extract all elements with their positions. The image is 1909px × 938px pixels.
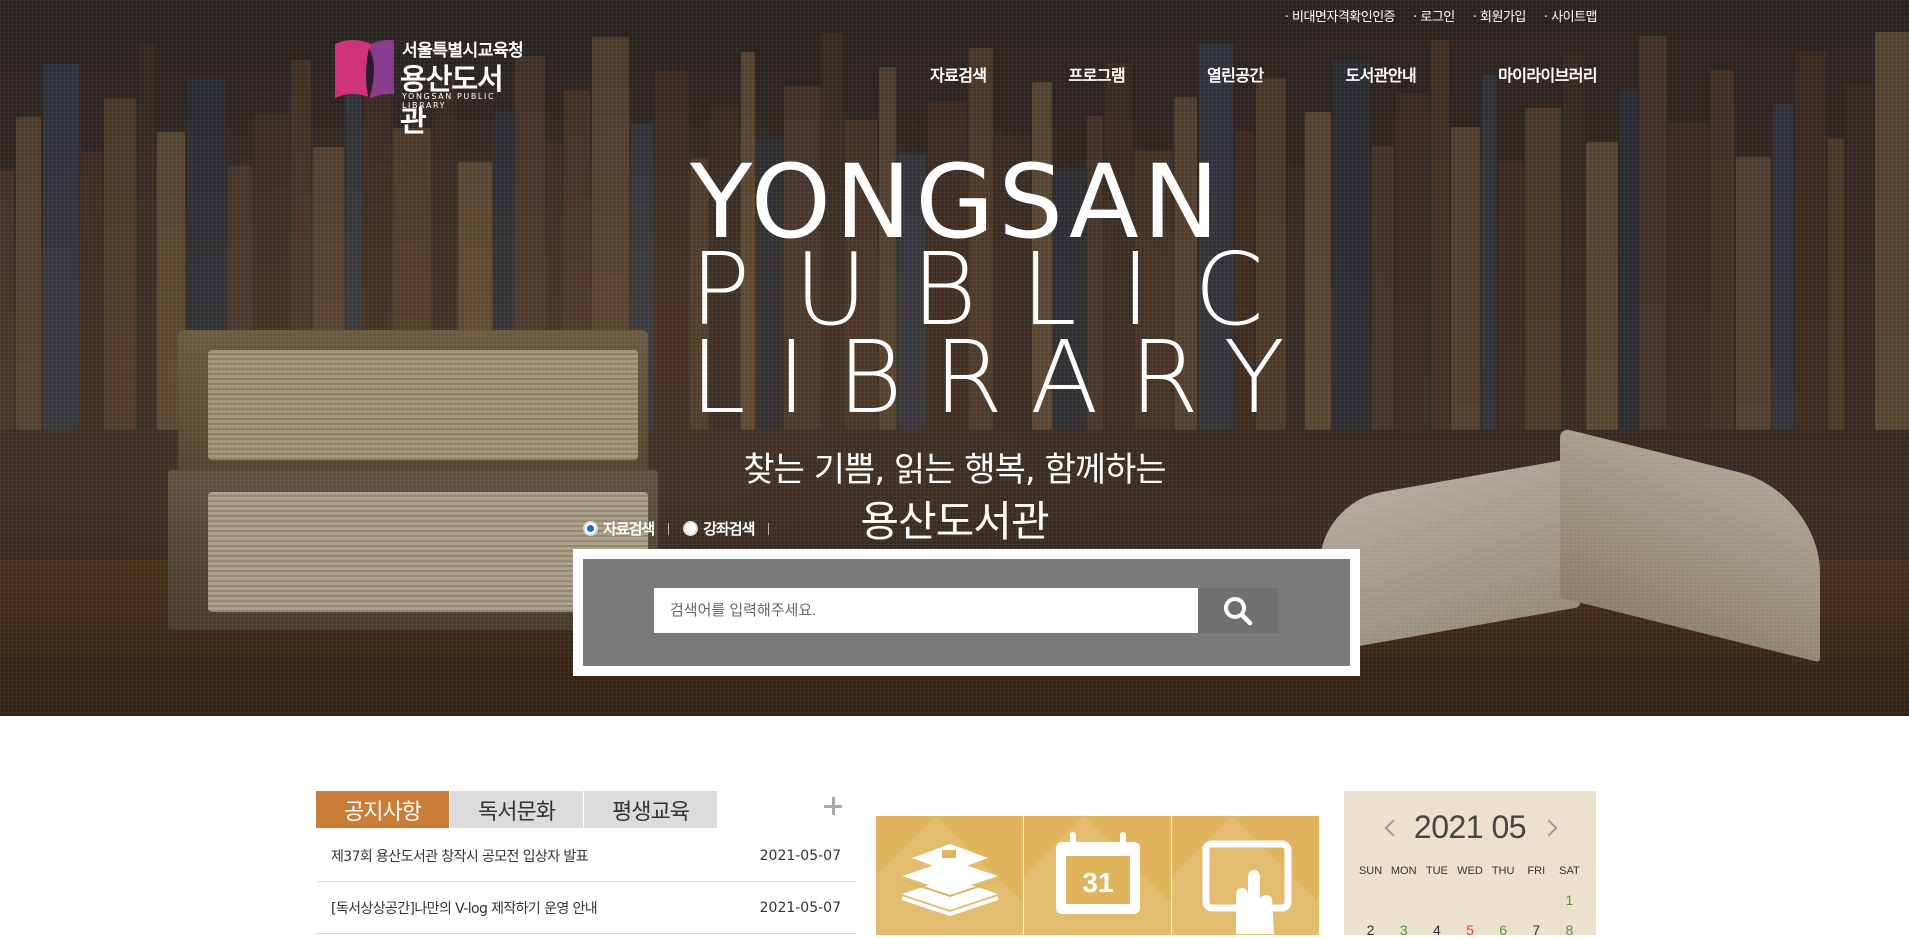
nav-item-open-space[interactable]: 열린공간	[1207, 62, 1264, 86]
nav-item-search[interactable]: 자료검색	[930, 62, 987, 86]
weekday-label: TUE	[1425, 865, 1448, 877]
calendar-day[interactable]: 2	[1354, 922, 1387, 938]
radio-label: 강좌검색	[703, 520, 755, 538]
quick-menu-online[interactable]	[1172, 816, 1319, 935]
calendar-empty-cell	[1420, 892, 1453, 908]
prev-month-icon[interactable]	[1382, 820, 1398, 836]
weekday-label: SUN	[1358, 865, 1383, 877]
calendar-empty-cell	[1520, 892, 1553, 908]
notice-title: 제37회 용산도서관 창작시 공모전 입상자 발표	[331, 848, 589, 865]
search-type-options: 자료검색 강좌검색	[583, 518, 783, 539]
books-icon	[901, 844, 999, 916]
calendar-day[interactable]: 6	[1487, 922, 1520, 938]
calendar-icon: 31	[1056, 832, 1140, 914]
notice-date: 2021-05-07	[759, 899, 841, 916]
notice-date: 2021-05-07	[759, 847, 841, 864]
site-logo[interactable]: 서울특별시교육청 용산도서관 YONGSAN PUBLIC LIBRARY	[316, 34, 528, 138]
search-icon	[1224, 596, 1253, 625]
logo-english: YONGSAN PUBLIC LIBRARY	[402, 92, 496, 110]
hero-slogan-library-name: 용산도서관	[860, 497, 1049, 546]
tab-reading-culture[interactable]: 독서문화	[450, 791, 583, 828]
radio-course-search[interactable]: 강좌검색	[683, 518, 755, 539]
radio-material-search[interactable]: 자료검색	[583, 518, 655, 539]
calendar-day[interactable]: 7	[1520, 922, 1553, 938]
nav-item-library-info[interactable]: 도서관안내	[1346, 62, 1417, 86]
calendar-day[interactable]: 5	[1453, 922, 1486, 938]
divider	[768, 522, 770, 535]
calendar-weekdays: SUN MON TUE WED THU FRI SAT	[1354, 865, 1586, 877]
calendar-day[interactable]: 8	[1553, 922, 1586, 938]
quick-menu-books[interactable]	[876, 816, 1023, 935]
nav-item-my-library[interactable]: 마이라이브러리	[1498, 62, 1597, 86]
search-panel	[573, 549, 1360, 676]
calendar-day[interactable]: 1	[1553, 892, 1586, 908]
quick-menu-calendar[interactable]: 31	[1024, 816, 1171, 935]
divider	[668, 522, 670, 535]
search-box	[583, 559, 1350, 666]
touch-screen-icon	[1202, 840, 1292, 934]
radio-unselected-icon	[683, 521, 699, 536]
calendar-day[interactable]: 3	[1387, 922, 1420, 938]
util-link-verification[interactable]: 비대면자격확인인증	[1285, 6, 1396, 25]
radio-selected-icon	[583, 521, 598, 536]
notice-title: [독서상상공간]나만의 V-log 제작하기 운영 안내	[331, 900, 598, 917]
calendar-empty-cell	[1453, 892, 1486, 908]
hero-title-line-3: LIBRARY	[690, 319, 1316, 436]
calendar-widget: 2021 05 SUN MON TUE WED THU FRI SAT 1 2345678	[1344, 791, 1596, 938]
tab-notices[interactable]: 공지사항	[316, 791, 449, 828]
util-link-sitemap[interactable]: 사이트맵	[1544, 6, 1597, 25]
main-navigation: 자료검색 프로그램 열린공간 도서관안내 마이라이브러리	[930, 62, 1598, 86]
list-item[interactable]: 제37회 용산도서관 창작시 공모전 입상자 발표 2021-05-07	[316, 830, 856, 882]
book-logo-icon	[335, 40, 394, 100]
weekday-label: SAT	[1559, 865, 1580, 877]
calendar-day[interactable]: 4	[1420, 922, 1453, 938]
weekday-label: FRI	[1527, 865, 1546, 877]
search-button[interactable]	[1198, 588, 1278, 633]
calendar-days: 1 2345678	[1354, 892, 1586, 938]
weekday-label: MON	[1390, 865, 1417, 877]
calendar-empty-cell	[1354, 892, 1387, 908]
calendar-empty-cell	[1387, 892, 1420, 908]
radio-label: 자료검색	[603, 520, 655, 538]
next-month-icon[interactable]	[1542, 820, 1558, 836]
calendar-year-month: 2021 05	[1413, 809, 1527, 845]
util-link-signup[interactable]: 회원가입	[1473, 6, 1526, 25]
search-input[interactable]	[654, 588, 1198, 633]
nav-item-programs[interactable]: 프로그램	[1069, 62, 1126, 86]
list-item[interactable]: [독서상상공간]나만의 V-log 제작하기 운영 안내 2021-05-07	[316, 882, 856, 934]
calendar-icon-day: 31	[1082, 867, 1113, 898]
hero-slogan: 찾는 기쁨, 읽는 행복, 함께하는	[743, 450, 1166, 490]
calendar-empty-cell	[1487, 892, 1520, 908]
weekday-label: THU	[1491, 865, 1515, 877]
util-link-login[interactable]: 로그인	[1413, 6, 1455, 25]
tab-lifelong-education[interactable]: 평생교육	[584, 791, 717, 828]
board-tabs: 공지사항 독서문화 평생교육	[316, 791, 718, 828]
weekday-label: WED	[1457, 865, 1483, 877]
more-plus-icon[interactable]	[822, 795, 844, 817]
utility-links: 비대면자격확인인증 로그인 회원가입 사이트맵	[1285, 6, 1598, 25]
